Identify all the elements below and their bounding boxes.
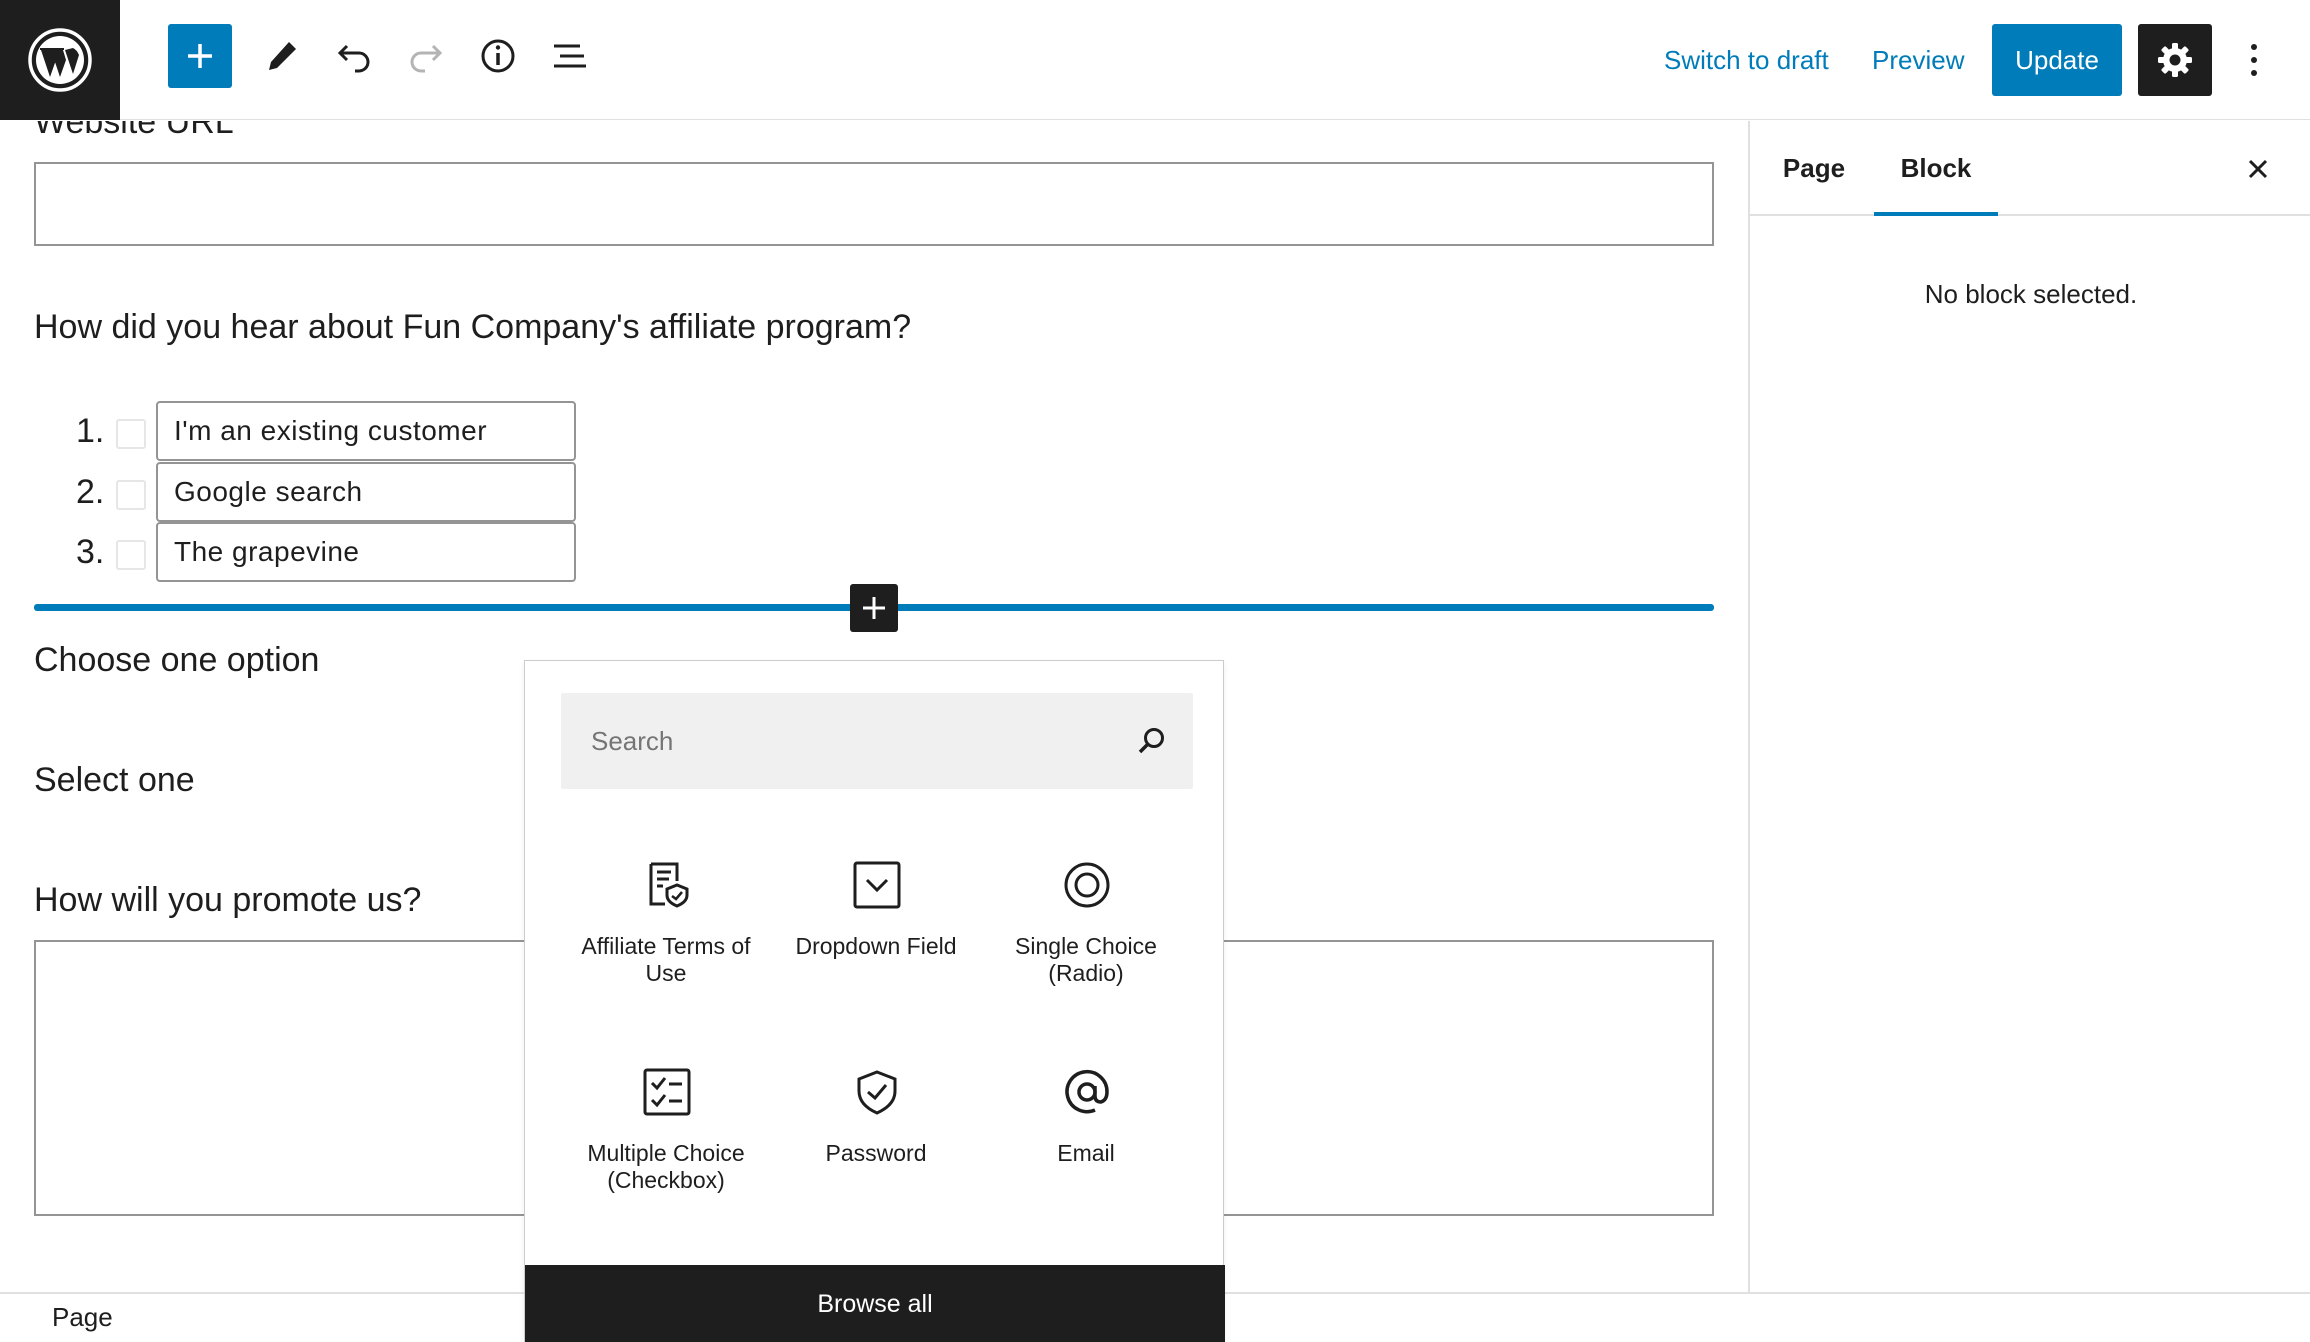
wordpress-logo-button[interactable]	[0, 0, 120, 120]
undo-icon	[337, 44, 370, 73]
choice-option-input[interactable]: Google search	[156, 462, 576, 522]
choice-checkbox[interactable]	[116, 540, 146, 570]
block-item-dropdown-field[interactable]: Dropdown Field	[771, 839, 981, 1019]
list-view-button[interactable]	[538, 24, 602, 88]
tools-edit-button[interactable]	[250, 24, 314, 88]
at-sign-icon	[1065, 1069, 1109, 1114]
no-block-selected-message: No block selected.	[1924, 279, 2138, 309]
checklist-icon	[643, 1068, 691, 1116]
tab-page[interactable]: Page	[1764, 121, 1864, 216]
plus-icon	[188, 44, 212, 68]
redo-button[interactable]	[394, 24, 458, 88]
redo-icon	[410, 44, 443, 73]
block-item-label: Password	[825, 1140, 927, 1166]
block-item-label: Dropdown Field	[795, 933, 957, 959]
document-details-button[interactable]	[466, 24, 530, 88]
shield-check-icon	[857, 1070, 897, 1115]
block-inserter-toggle[interactable]	[168, 24, 232, 88]
tab-block[interactable]: Block	[1874, 121, 1998, 216]
switch-to-draft-button[interactable]: Switch to draft	[1664, 40, 1829, 80]
browse-all-button[interactable]: Browse all	[525, 1265, 1225, 1342]
pencil-icon	[269, 42, 296, 70]
block-item-label: Affiliate Terms of Use	[581, 933, 751, 986]
block-item-affiliate-terms[interactable]: Affiliate Terms of Use	[561, 839, 771, 1019]
settings-sidebar: Page Block No block selected.	[1748, 121, 2310, 1292]
dropdown-icon	[853, 861, 901, 909]
close-icon	[2248, 159, 2268, 179]
terms-document-icon	[649, 862, 689, 908]
choice-option-input[interactable]: The grapevine	[156, 522, 576, 582]
close-sidebar-button[interactable]	[2238, 149, 2278, 189]
search-icon	[1138, 728, 1164, 754]
update-button[interactable]: Update	[1992, 24, 2122, 96]
info-icon	[481, 39, 515, 73]
breadcrumb-item-page[interactable]: Page	[52, 1302, 113, 1333]
choose-one-option-label: Choose one option	[34, 641, 320, 679]
quick-inserter-popover: Affiliate Terms of Use Dropdown Field Si…	[524, 660, 1225, 1342]
website-url-input[interactable]	[34, 162, 1714, 246]
editor-header: Switch to draft Preview Update	[0, 0, 2310, 120]
radio-icon	[1064, 862, 1110, 908]
block-item-label: Email	[1057, 1140, 1115, 1166]
plus-icon	[863, 597, 885, 619]
more-vertical-icon	[2251, 44, 2257, 76]
list-view-icon	[554, 44, 586, 68]
block-item-single-choice[interactable]: Single Choice (Radio)	[981, 839, 1191, 1019]
preview-button[interactable]: Preview	[1872, 40, 1964, 80]
gear-icon	[2158, 43, 2192, 77]
options-menu-button[interactable]	[2232, 24, 2276, 96]
block-item-multiple-choice[interactable]: Multiple Choice (Checkbox)	[561, 1046, 771, 1226]
block-item-label: Single Choice (Radio)	[1015, 933, 1157, 986]
sidebar-tabs: Page Block	[1750, 121, 2310, 216]
undo-button[interactable]	[322, 24, 386, 88]
select-one-label: Select one	[34, 761, 195, 799]
inserter-search	[561, 693, 1193, 789]
inserter-search-input[interactable]	[561, 693, 1121, 789]
block-item-password[interactable]: Password	[771, 1046, 981, 1226]
choice-checkbox[interactable]	[116, 419, 146, 449]
hear-about-label: How did you hear about Fun Company's aff…	[34, 308, 912, 346]
promote-us-label: How will you promote us?	[34, 881, 422, 919]
choice-checkbox[interactable]	[116, 480, 146, 510]
settings-button[interactable]	[2138, 24, 2212, 96]
website-url-label: Website URL	[34, 121, 234, 141]
insertion-point-add-button[interactable]	[850, 584, 898, 632]
wordpress-logo-icon	[28, 28, 92, 92]
block-item-email[interactable]: Email	[981, 1046, 1191, 1226]
choice-option-input[interactable]: I'm an existing customer	[156, 401, 576, 461]
block-item-label: Multiple Choice (Checkbox)	[587, 1140, 745, 1193]
